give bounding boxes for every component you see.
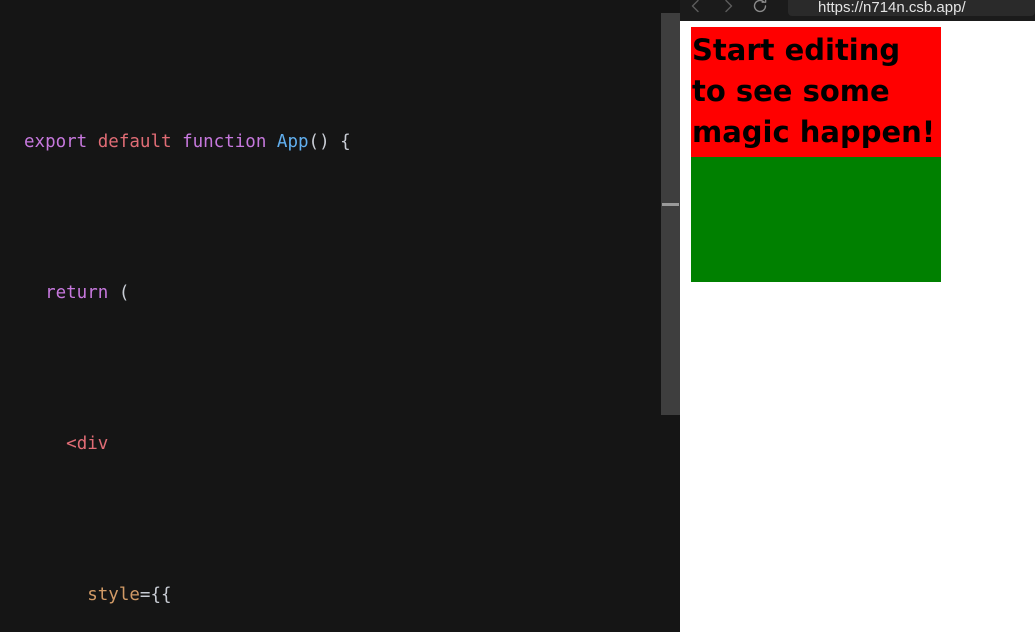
token-attr-open: ={{ bbox=[139, 584, 172, 605]
scrollbar-thumb[interactable] bbox=[661, 13, 680, 415]
token-function-name-app: App bbox=[276, 131, 309, 152]
token-tag-div-open: <div bbox=[66, 433, 109, 454]
code-line[interactable]: <div bbox=[0, 429, 661, 459]
token-open-brace: { bbox=[340, 131, 351, 152]
preview-pane: https://n714n.csb.app/ Start editing to … bbox=[680, 0, 1035, 632]
token-parens: () bbox=[308, 131, 330, 152]
chevron-left-icon bbox=[691, 0, 699, 13]
token-keyword-function: function bbox=[182, 131, 267, 152]
token-keyword-return: return bbox=[45, 282, 109, 303]
code-line[interactable]: style={{ bbox=[0, 580, 661, 610]
address-bar[interactable]: https://n714n.csb.app/ bbox=[788, 0, 1035, 16]
red-heading-text: Start editing to see some magic happen! bbox=[692, 33, 936, 149]
url-text: https://n714n.csb.app/ bbox=[818, 0, 966, 16]
token-attr-style: style bbox=[87, 584, 140, 605]
chevron-right-icon bbox=[725, 0, 733, 13]
rendered-app-root: Start editing to see some magic happen! bbox=[691, 27, 941, 282]
back-button[interactable] bbox=[684, 0, 708, 18]
token-keyword-default: default bbox=[97, 131, 172, 152]
editor-vertical-scrollbar[interactable] bbox=[661, 0, 680, 632]
preview-viewport: Start editing to see some magic happen! bbox=[680, 21, 1035, 632]
token-open-paren: ( bbox=[118, 282, 130, 303]
token-keyword-export: export bbox=[24, 131, 88, 152]
code-line[interactable]: return ( bbox=[0, 278, 661, 308]
browser-toolbar: https://n714n.csb.app/ bbox=[680, 0, 1035, 21]
reload-icon bbox=[753, 0, 767, 13]
reload-button[interactable] bbox=[748, 0, 772, 18]
green-container-div: Start editing to see some magic happen! bbox=[691, 27, 941, 282]
scrollbar-cursor-marker bbox=[662, 203, 679, 206]
code-line[interactable]: export default function App() { bbox=[0, 127, 661, 157]
red-heading: Start editing to see some magic happen! bbox=[691, 27, 941, 157]
app-window: export default function App() { return (… bbox=[0, 0, 1035, 632]
forward-button[interactable] bbox=[716, 0, 740, 18]
code-editor-pane[interactable]: export default function App() { return (… bbox=[0, 0, 661, 632]
code-content[interactable]: export default function App() { return (… bbox=[0, 6, 661, 632]
